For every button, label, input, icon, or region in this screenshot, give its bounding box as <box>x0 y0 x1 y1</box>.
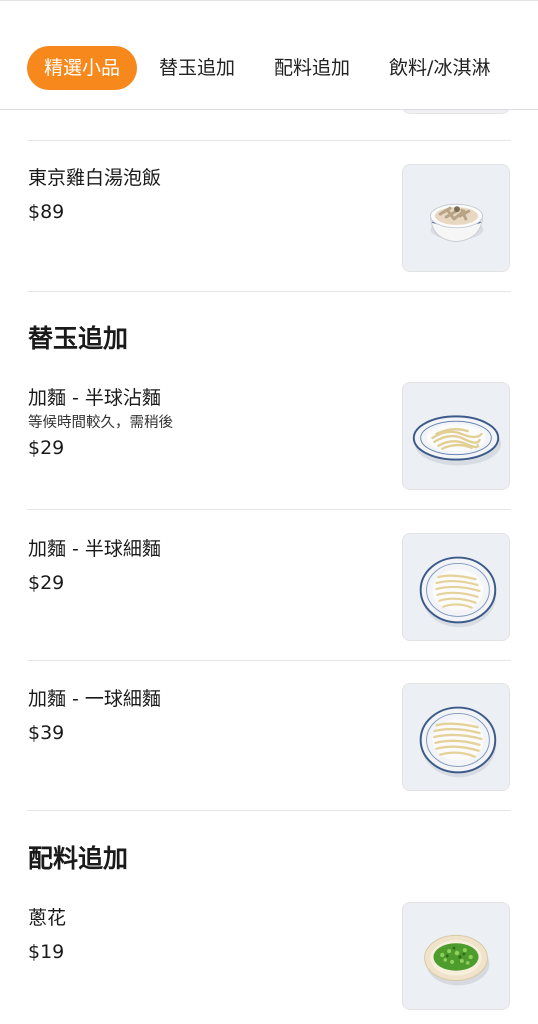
section-title-extra-toppings: 配料追加 <box>28 844 129 873</box>
thin-noodles-bowl-image[interactable] <box>402 683 510 791</box>
item-name: 蔥花 <box>28 907 67 929</box>
item-note: 等候時間較久，需稍後 <box>28 415 173 431</box>
divider <box>27 660 511 661</box>
dipping-noodles-plate-image[interactable] <box>402 382 510 490</box>
divider <box>27 140 511 141</box>
tab-drinks-ice-cream[interactable]: 飲料/冰淇淋 <box>372 46 507 90</box>
tab-featured-small[interactable]: 精選小品 <box>27 46 138 90</box>
chopped-scallion-dish-image[interactable] <box>402 902 510 1010</box>
item-name: 加麵 - 半球細麵 <box>28 538 161 560</box>
item-text: 蔥花 $19 <box>28 904 378 966</box>
divider <box>27 810 511 811</box>
tab-extra-noodles[interactable]: 替玉追加 <box>142 46 252 90</box>
item-price: $89 <box>28 201 65 223</box>
item-price: $19 <box>28 941 65 963</box>
item-text: 加麵 - 半球沾麵 等候時間較久，需稍後 $29 <box>28 384 378 462</box>
item-price: $29 <box>28 437 65 459</box>
divider <box>27 509 511 510</box>
divider <box>27 291 511 292</box>
item-text: 加麵 - 一球細麵 $39 <box>28 685 378 747</box>
thin-noodles-bowl-image[interactable] <box>402 533 510 641</box>
menu-list[interactable]: 東京雞白湯泡飯 $89 替玉追加 加麵 - 半球沾麵 等候時間較久，需稍後 $2… <box>0 0 538 1024</box>
item-name: 加麵 - 半球沾麵 <box>28 387 161 409</box>
menu-page: 東京雞白湯泡飯 $89 替玉追加 加麵 - 半球沾麵 等候時間較久，需稍後 $2… <box>0 0 538 1024</box>
item-price: $29 <box>28 572 65 594</box>
tab-overflow-fade <box>510 41 538 97</box>
item-name: 東京雞白湯泡飯 <box>28 167 162 189</box>
tab-extra-toppings[interactable]: 配料追加 <box>257 46 367 90</box>
item-text: 加麵 - 半球細麵 $29 <box>28 535 378 597</box>
section-title-extra-noodles: 替玉追加 <box>28 324 129 353</box>
item-text: 東京雞白湯泡飯 $89 <box>28 164 378 226</box>
item-name: 加麵 - 一球細麵 <box>28 688 161 710</box>
category-tabs: 精選小品 替玉追加 配料追加 飲料/冰淇淋 <box>27 46 512 90</box>
category-tab-bar: 精選小品 替玉追加 配料追加 飲料/冰淇淋 <box>0 0 538 110</box>
chicken-rice-bowl-image[interactable] <box>402 164 510 272</box>
item-price: $39 <box>28 722 65 744</box>
